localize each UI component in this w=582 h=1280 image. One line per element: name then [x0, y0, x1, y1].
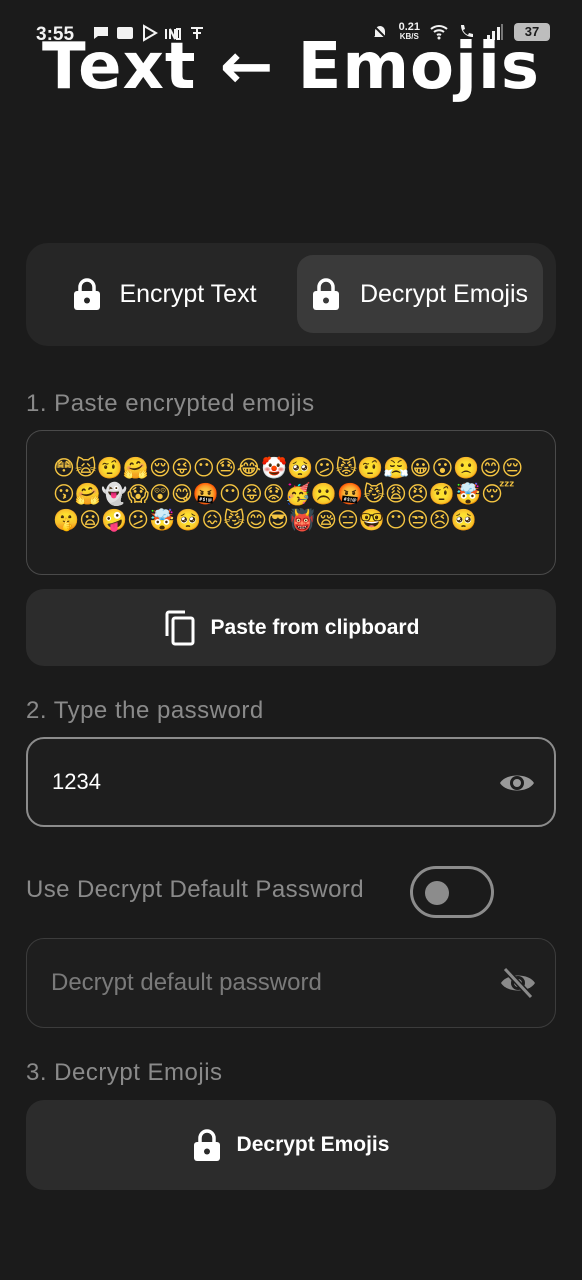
step2-label: 2. Type the password	[26, 697, 264, 724]
visibility-icon[interactable]	[498, 767, 536, 799]
default-password-toggle-label: Use Decrypt Default Password	[26, 876, 364, 903]
lock-icon	[193, 1129, 220, 1161]
mode-tabs: Encrypt Text Decrypt Emojis	[26, 243, 556, 346]
step1-label: 1. Paste encrypted emojis	[26, 390, 315, 417]
paste-button-label: Paste from clipboard	[210, 615, 420, 639]
step3-label: 3. Decrypt Emojis	[26, 1059, 223, 1086]
encrypted-emojis-field[interactable]: 😳🙀🤨🤗😌😜😶😓😂🤡🥺😕😾🤨😤😀😮🙁😊😔😗🤗👻😱😲😋🤬😶😝😟🥳☹️🤬😼😩😠🤨🤯😴…	[26, 430, 556, 575]
decrypt-emojis-button[interactable]: Decrypt Emojis	[26, 1100, 556, 1190]
password-input[interactable]	[52, 739, 472, 825]
tab-label: Encrypt Text	[119, 279, 257, 308]
default-password-input[interactable]	[51, 939, 471, 1027]
encrypted-emojis-text: 😳🙀🤨🤗😌😜😶😓😂🤡🥺😕😾🤨😤😀😮🙁😊😔😗🤗👻😱😲😋🤬😶😝😟🥳☹️🤬😼😩😠🤨🤯😴…	[53, 456, 524, 532]
tab-decrypt-emojis[interactable]: Decrypt Emojis	[297, 255, 543, 333]
password-field	[26, 737, 556, 827]
lock-icon	[312, 278, 339, 310]
tab-label: Decrypt Emojis	[359, 279, 529, 308]
tab-encrypt-text[interactable]: Encrypt Text	[40, 255, 290, 333]
default-password-toggle[interactable]	[410, 866, 494, 918]
lock-icon	[74, 278, 101, 310]
copy-icon	[165, 610, 195, 645]
decrypt-button-label: Decrypt Emojis	[236, 1133, 390, 1156]
paste-from-clipboard-button[interactable]: Paste from clipboard	[26, 589, 556, 666]
toggle-knob	[425, 881, 449, 905]
visibility-off-icon[interactable]	[499, 967, 537, 999]
page-title: Text ← Emojis	[42, 30, 540, 104]
default-password-field	[26, 938, 556, 1028]
